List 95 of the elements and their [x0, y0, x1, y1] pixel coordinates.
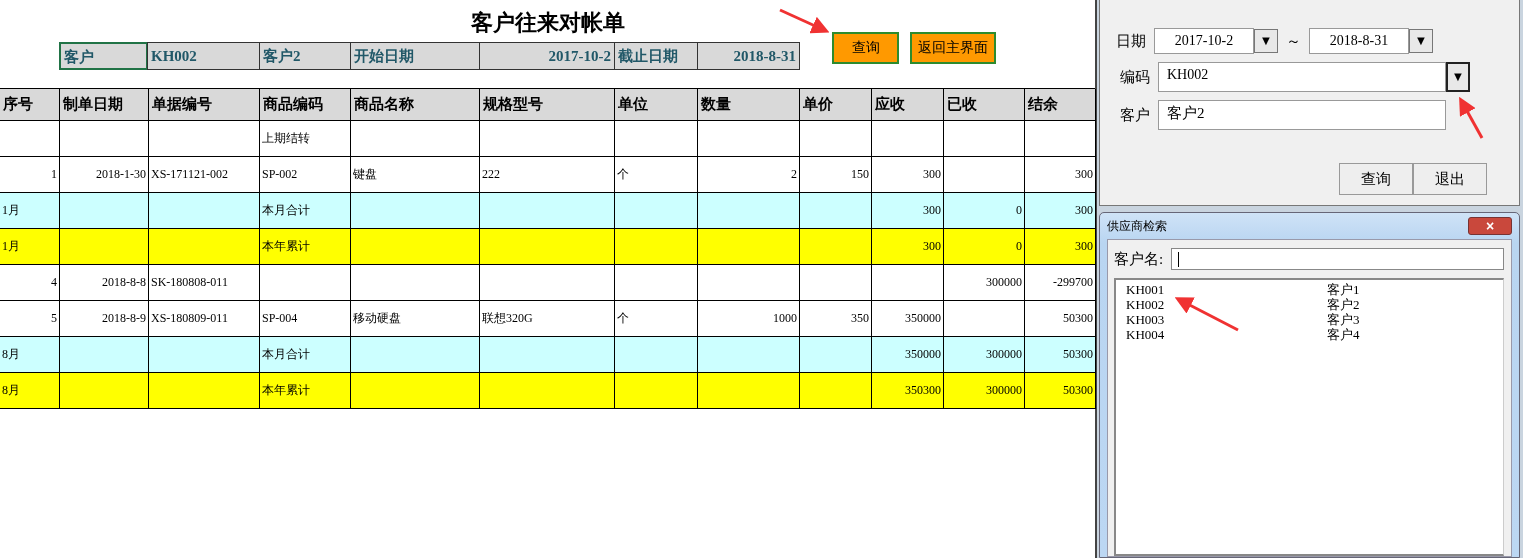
column-header: 商品名称 — [351, 89, 480, 121]
table-cell: 5 — [0, 301, 60, 337]
customer-field[interactable]: 客户2 — [1158, 100, 1446, 130]
code-label: 编码 — [1120, 67, 1150, 87]
customer-code[interactable]: KH002 — [1126, 297, 1327, 312]
table-cell: 222 — [480, 157, 615, 193]
table-cell: 个 — [615, 157, 698, 193]
table-cell: 8月 — [0, 337, 60, 373]
table-cell: 1 — [0, 157, 60, 193]
dropdown-button[interactable]: ▼ — [1409, 29, 1433, 53]
date-label: 日期 — [1116, 31, 1146, 51]
table-cell: 本年累计 — [260, 373, 351, 409]
column-header: 数量 — [698, 89, 800, 121]
table-cell: 350300 — [872, 373, 944, 409]
customer-name[interactable]: 客户3 — [1327, 312, 1493, 327]
table-cell: 2 — [698, 157, 800, 193]
info-cell[interactable]: 开始日期 — [350, 42, 480, 70]
table-cell: 本月合计 — [260, 337, 351, 373]
tilde-label: ～ — [1286, 31, 1301, 51]
table-cell: XS-180809-011 — [149, 301, 260, 337]
table-cell: 300 — [1025, 157, 1096, 193]
table-cell: 300 — [1025, 229, 1096, 265]
column-header: 应收 — [872, 89, 944, 121]
table-cell: 4 — [0, 265, 60, 301]
close-button[interactable]: × — [1468, 217, 1512, 235]
info-cell[interactable]: 客户2 — [259, 42, 351, 70]
table-cell: 150 — [800, 157, 872, 193]
table-cell: 350000 — [872, 301, 944, 337]
table-cell: 0 — [944, 193, 1025, 229]
code-field[interactable]: KH002 — [1158, 62, 1446, 92]
exit-button[interactable]: 退出 — [1413, 163, 1487, 195]
table-cell: 移动硬盘 — [351, 301, 480, 337]
customer-name-label: 客户名: — [1114, 249, 1164, 269]
table-cell: 上期结转 — [260, 121, 351, 157]
table-cell: 350000 — [872, 337, 944, 373]
query-button[interactable]: 查询 — [1339, 163, 1413, 195]
table-cell: 键盘 — [351, 157, 480, 193]
customer-name[interactable]: 客户2 — [1327, 297, 1493, 312]
table-cell: 个 — [615, 301, 698, 337]
table-cell: 300 — [872, 229, 944, 265]
table-cell: 1月 — [0, 229, 60, 265]
customer-label: 客户 — [1120, 105, 1150, 125]
table-cell: 2018-1-30 — [60, 157, 149, 193]
column-header: 单位 — [615, 89, 698, 121]
table-cell: 联想320G — [480, 301, 615, 337]
customer-code[interactable]: KH001 — [1126, 282, 1327, 297]
table-cell: 300000 — [944, 265, 1025, 301]
column-header: 序号 — [0, 89, 60, 121]
table-cell: 本年累计 — [260, 229, 351, 265]
query-button[interactable]: 查询 — [832, 32, 899, 64]
column-header: 单价 — [800, 89, 872, 121]
table-cell: 2018-8-8 — [60, 265, 149, 301]
table-cell: SP-004 — [260, 301, 351, 337]
table-cell: 350 — [800, 301, 872, 337]
column-header: 规格型号 — [480, 89, 615, 121]
column-header: 制单日期 — [60, 89, 149, 121]
column-header: 结余 — [1025, 89, 1096, 121]
info-cell[interactable]: 2018-8-31 — [697, 42, 800, 70]
table-cell: 300 — [872, 193, 944, 229]
table-cell: 2018-8-9 — [60, 301, 149, 337]
info-cell[interactable]: 客户 — [59, 42, 148, 70]
table-cell: 1000 — [698, 301, 800, 337]
dropdown-button[interactable]: ▼ — [1254, 29, 1278, 53]
column-header: 商品编码 — [260, 89, 351, 121]
column-header: 已收 — [944, 89, 1025, 121]
info-cell[interactable]: 2017-10-2 — [479, 42, 615, 70]
customer-name-field[interactable] — [1171, 248, 1504, 270]
start-date-field[interactable]: 2017-10-2 — [1154, 28, 1254, 54]
table-cell: XS-171121-002 — [149, 157, 260, 193]
customer-name[interactable]: 客户1 — [1327, 282, 1493, 297]
table-cell: 300 — [872, 157, 944, 193]
info-cell[interactable]: KH002 — [147, 42, 260, 70]
table-cell: 本月合计 — [260, 193, 351, 229]
customer-code[interactable]: KH004 — [1126, 327, 1327, 342]
end-date-field[interactable]: 2018-8-31 — [1309, 28, 1409, 54]
table-cell: 0 — [944, 229, 1025, 265]
table-cell: 300000 — [944, 337, 1025, 373]
table-cell: SP-002 — [260, 157, 351, 193]
column-header: 单据编号 — [149, 89, 260, 121]
table-cell: 8月 — [0, 373, 60, 409]
table-cell: -299700 — [1025, 265, 1096, 301]
table-cell: 50300 — [1025, 301, 1096, 337]
table-cell: 300 — [1025, 193, 1096, 229]
dropdown-button[interactable]: ▼ — [1446, 62, 1470, 92]
table-cell: SK-180808-011 — [149, 265, 260, 301]
sheet-title: 客户往来对帐单 — [470, 9, 625, 37]
main-menu-button[interactable]: 返回主界面 — [910, 32, 996, 64]
table-cell: 50300 — [1025, 373, 1096, 409]
table-cell: 50300 — [1025, 337, 1096, 373]
table-cell: 1月 — [0, 193, 60, 229]
customer-name[interactable]: 客户4 — [1327, 327, 1493, 342]
info-cell[interactable]: 截止日期 — [614, 42, 698, 70]
dialog-title: 供应商检索 — [1107, 217, 1167, 235]
table-cell: 300000 — [944, 373, 1025, 409]
customer-code[interactable]: KH003 — [1126, 312, 1327, 327]
